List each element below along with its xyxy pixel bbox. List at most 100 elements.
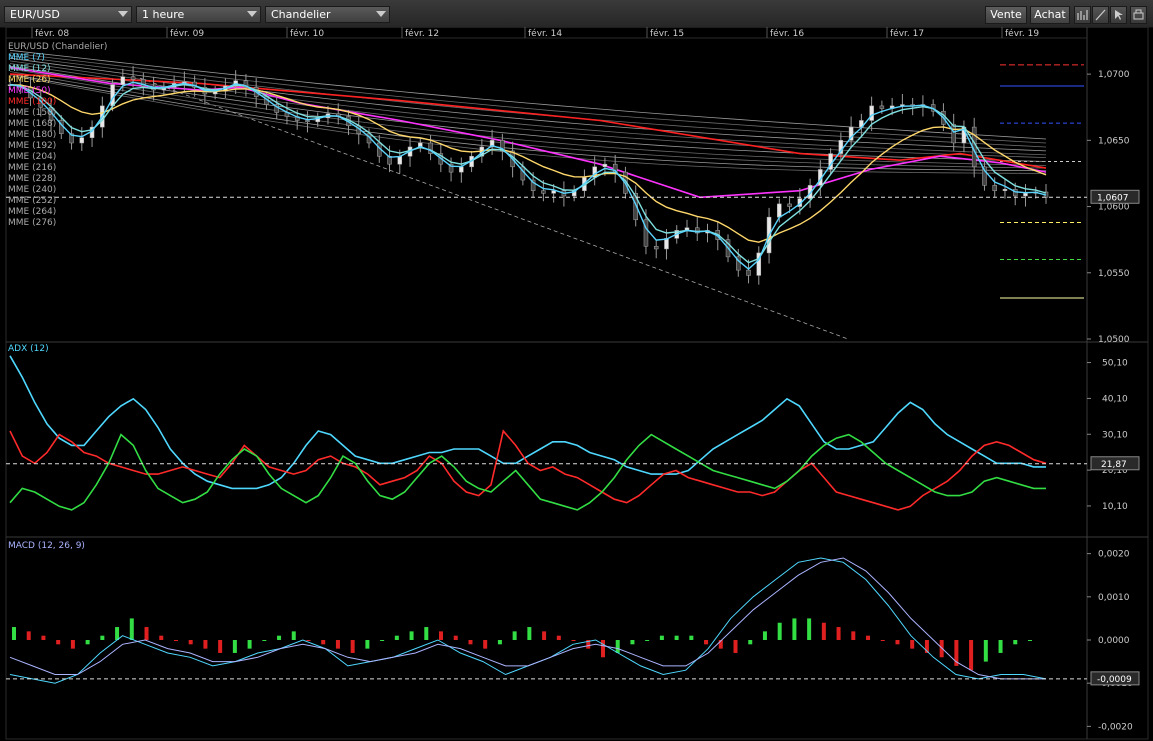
legend-item: MME (50) <box>8 86 51 96</box>
adx-tick-label: 10,10 <box>1102 502 1128 512</box>
candle-body <box>79 137 85 144</box>
timeframe-select[interactable]: 1 heure <box>136 6 261 23</box>
macd-histogram-bar <box>866 635 871 640</box>
macd-histogram-bar <box>291 631 296 640</box>
ema-ribbon-line <box>9 57 1047 152</box>
timeframe-select-value: 1 heure <box>142 8 185 21</box>
print-icon[interactable] <box>1130 6 1147 24</box>
candle-body <box>951 124 956 144</box>
macd-histogram-bar <box>218 640 223 653</box>
candle-body <box>653 246 659 250</box>
legend-item: EUR/USD (Chandelier) <box>8 42 107 52</box>
adx-tick-label: 50,10 <box>1102 359 1128 369</box>
chevron-down-icon <box>118 11 128 17</box>
macd-histogram-bar <box>880 640 885 641</box>
legend-item: MME (192) <box>8 141 56 151</box>
candle-body <box>869 105 874 121</box>
macd-histogram-bar <box>56 640 61 645</box>
legend-item: MME (252) <box>8 196 56 206</box>
macd-histogram-bar <box>807 618 812 640</box>
sell-button-label: Vente <box>990 8 1022 21</box>
ema-ribbon-line <box>9 68 1047 166</box>
macd-histogram-bar <box>483 640 488 649</box>
bar-chart-icon[interactable] <box>1074 6 1091 24</box>
macd-histogram-bar <box>365 640 370 649</box>
macd-histogram-bar <box>748 640 753 645</box>
chart-style-select[interactable]: Chandelier <box>265 6 390 23</box>
macd-line <box>9 557 1047 684</box>
cursor-icon[interactable] <box>1110 6 1127 24</box>
adx-line <box>9 429 1047 511</box>
macd-histogram-bar <box>630 640 635 645</box>
macd-histogram-bar <box>910 640 915 649</box>
candle-body <box>551 190 556 194</box>
candle-body <box>746 269 751 276</box>
chart-area[interactable]: févr. 08 févr. 09 févr. 10 févr. 12 févr. 14… <box>0 27 1153 741</box>
candle-body <box>1002 189 1008 191</box>
legend-item: MME (216) <box>8 163 56 173</box>
candle-body <box>602 163 608 168</box>
macd-histogram-bar <box>115 627 120 640</box>
adx-panel: ADX (12)50,1040,1030,1020,1010,1021,87 <box>6 344 1140 512</box>
macd-histogram-bar <box>85 640 90 645</box>
macd-histogram-bar <box>983 640 988 662</box>
legend-item: MME (204) <box>8 152 56 162</box>
price-tick-label: 1,0650 <box>1098 136 1130 146</box>
candle-body <box>130 76 136 80</box>
macd-histogram-bar <box>277 635 282 640</box>
macd-histogram-bar <box>453 635 458 640</box>
ema-12-line <box>9 83 1047 264</box>
macd-tick-label: -0,0020 <box>1098 722 1133 732</box>
macd-histogram-bar <box>1013 640 1018 645</box>
date-label: févr. 14 <box>528 28 562 39</box>
macd-histogram-bar <box>733 640 738 653</box>
buy-button[interactable]: Achat <box>1030 6 1070 24</box>
macd-last-label: -0,0009 <box>1097 675 1132 685</box>
macd-histogram-bar <box>439 631 444 640</box>
legend-item: MME (276) <box>8 218 56 228</box>
candle-body <box>787 203 792 207</box>
price-tick-label: 1,0600 <box>1098 203 1130 213</box>
chevron-down-icon <box>247 11 257 17</box>
adx-line <box>9 355 1046 490</box>
macd-histogram-bar <box>41 635 46 640</box>
macd-histogram-bar <box>836 627 841 640</box>
macd-histogram-bar <box>26 631 31 640</box>
legend-item: MME (180) <box>8 130 56 140</box>
ema-7-line <box>9 81 1047 271</box>
macd-histogram-bar <box>762 631 767 640</box>
adx-last-label: 21,87 <box>1101 460 1127 470</box>
buy-button-label: Achat <box>1034 8 1066 21</box>
candle-body <box>120 76 126 85</box>
toolbar: EUR/USD 1 heure Chandelier Vente Achat <box>0 0 1153 28</box>
macd-histogram-bar <box>394 635 399 640</box>
macd-histogram-bar <box>159 635 164 640</box>
macd-histogram-bar <box>792 618 797 640</box>
candle-body <box>879 105 885 109</box>
date-label: févr. 15 <box>650 28 684 39</box>
macd-histogram-bar <box>851 631 856 640</box>
macd-histogram-bar <box>188 640 193 645</box>
macd-histogram-bar <box>70 640 75 649</box>
legend-item: MME (26) <box>8 75 51 85</box>
macd-histogram-bar <box>1028 640 1032 641</box>
macd-histogram-bar <box>321 640 326 645</box>
macd-title: MACD (12, 26, 9) <box>8 541 85 551</box>
legend-item: MME (150) <box>8 108 56 118</box>
macd-histogram-bar <box>129 618 134 640</box>
macd-histogram-bar <box>512 631 517 640</box>
symbol-select[interactable]: EUR/USD <box>4 6 132 23</box>
macd-histogram-bar <box>380 640 385 641</box>
macd-line <box>9 557 1046 680</box>
symbol-select-value: EUR/USD <box>10 8 60 21</box>
draw-line-icon[interactable] <box>1092 6 1109 24</box>
macd-histogram-bar <box>969 640 974 671</box>
date-label: févr. 08 <box>35 28 69 39</box>
candle-body <box>305 120 310 123</box>
macd-histogram-bar <box>998 640 1003 653</box>
sell-button[interactable]: Vente <box>985 6 1027 24</box>
macd-histogram-bar <box>232 640 237 653</box>
date-label: févr. 19 <box>1005 28 1039 39</box>
candle-body <box>541 190 546 194</box>
macd-histogram-bar <box>306 640 311 641</box>
